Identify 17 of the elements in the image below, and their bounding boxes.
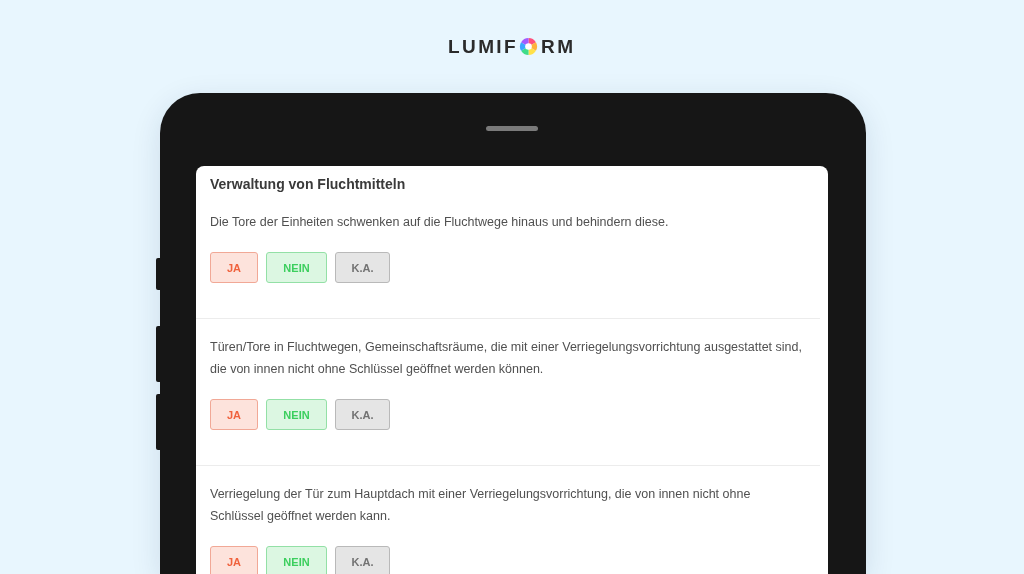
form-title: Verwaltung von Fluchtmitteln: [209, 175, 407, 194]
answer-button[interactable]: K.A.: [335, 252, 390, 283]
color-wheel-icon: [519, 37, 539, 56]
answer-button[interactable]: JA: [210, 399, 258, 430]
logo-text: RM: [541, 36, 576, 57]
question-text: Türen/Tore in Fluchtwegen, Gemeinschaftsräume, die mit einer Verriegelungsvorrichtung ausgestattet sind, die von innen nicht ohne Schlüssel geöffnet werden können.: [210, 339, 803, 378]
answer-button[interactable]: NEIN: [266, 546, 327, 574]
logo-text: LUMIF: [448, 36, 519, 57]
answer-button[interactable]: JA: [210, 546, 258, 574]
answer-button[interactable]: NEIN: [266, 252, 327, 283]
answer-button[interactable]: K.A.: [335, 399, 390, 430]
answer-button[interactable]: K.A.: [335, 546, 390, 574]
answer-button[interactable]: NEIN: [266, 399, 327, 430]
speaker-slot: [486, 126, 538, 131]
question-text: Verriegelung der Tür zum Hauptdach mit einer Verriegelungsvorrichtung, die von innen nicht ohne Schlüssel geöffnet werden kann.: [210, 486, 752, 525]
answer-button[interactable]: JA: [210, 252, 258, 283]
question-text: Die Tore der Einheiten schwenken auf die Fluchtwege hinaus und behindern diese.: [210, 214, 670, 231]
